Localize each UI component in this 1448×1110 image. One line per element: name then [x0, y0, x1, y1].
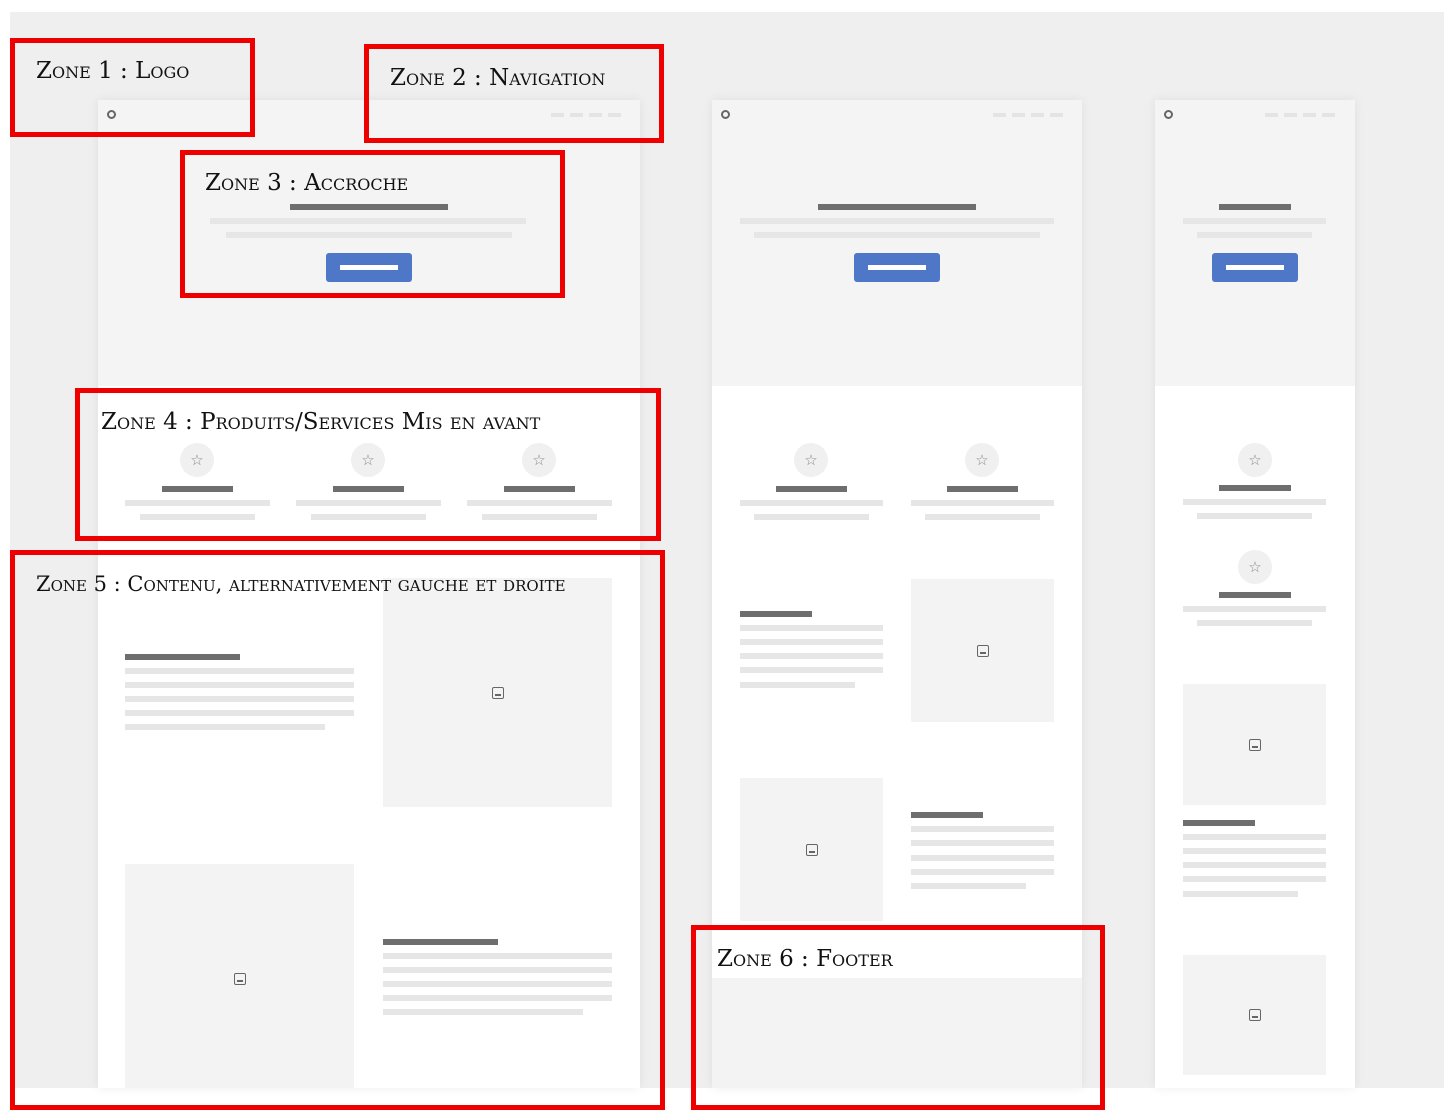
- nav-item: [1050, 113, 1063, 117]
- image-icon: [1248, 1009, 1261, 1021]
- cta-button: [854, 253, 940, 282]
- star-icon: ☆: [1238, 443, 1272, 477]
- feature-text-line: [740, 500, 883, 506]
- star-icon: ☆: [965, 443, 999, 477]
- star-icon: ☆: [1238, 550, 1272, 584]
- image-icon: [805, 843, 818, 856]
- hero-text-line: [754, 232, 1040, 238]
- zone-5-label: Zone 5 : Contenu, alternativement gauche…: [36, 572, 566, 596]
- content-text-line: [740, 682, 855, 688]
- content-text-line: [911, 840, 1054, 846]
- image-icon: [1248, 738, 1261, 751]
- image-icon: [976, 644, 989, 657]
- content-heading: [1183, 820, 1255, 826]
- hero-heading: [818, 204, 976, 210]
- zone-2-navigation-box: [364, 44, 664, 143]
- cta-button: [1212, 253, 1298, 282]
- image-placeholder: [1183, 955, 1326, 1075]
- logo-icon: [1164, 110, 1173, 119]
- content-text-line: [911, 855, 1054, 861]
- content-text-line: [1183, 862, 1326, 868]
- zone-5-content-box: [10, 550, 665, 1110]
- nav-item: [1303, 113, 1316, 117]
- nav-item: [1031, 113, 1044, 117]
- content-heading: [911, 812, 983, 818]
- feature-text-line: [1197, 620, 1312, 626]
- nav-item: [1012, 113, 1025, 117]
- content-text-line: [911, 826, 1054, 832]
- hero-heading: [1219, 204, 1291, 210]
- nav-item: [1322, 113, 1335, 117]
- nav-item: [1265, 113, 1278, 117]
- content-text-line: [1183, 891, 1298, 897]
- feature-text-line: [911, 500, 1054, 506]
- feature-text-line: [1197, 513, 1312, 519]
- hero-section: [1155, 100, 1355, 386]
- nav-item: [993, 113, 1006, 117]
- mobile-mockup: ☆ ☆: [1155, 100, 1355, 1088]
- feature-text-line: [754, 514, 869, 520]
- zone-1-logo-box: [10, 38, 255, 137]
- feature-title: [1219, 592, 1291, 598]
- zone-3-label: Zone 3 : Accroche: [205, 170, 409, 196]
- feature-text-line: [1183, 606, 1326, 612]
- image-placeholder: [911, 579, 1054, 722]
- content-text-line: [1183, 876, 1326, 882]
- content-text-line: [740, 639, 883, 645]
- content-text-line: [911, 883, 1026, 889]
- zone-4-label: Zone 4 : Produits/Services Mis en avant: [101, 409, 541, 435]
- feature-text-line: [1183, 499, 1326, 505]
- hero-text-line: [1183, 218, 1326, 224]
- logo-icon: [721, 110, 730, 119]
- content-text-line: [740, 667, 883, 673]
- content-heading: [740, 611, 812, 617]
- content-text-line: [1183, 848, 1326, 854]
- hero-text-line: [1197, 232, 1312, 238]
- image-placeholder: [1183, 684, 1326, 805]
- star-icon: ☆: [794, 443, 828, 477]
- nav-item: [1284, 113, 1297, 117]
- content-text-line: [911, 869, 1054, 875]
- feature-title: [1219, 485, 1291, 491]
- feature-text-line: [925, 514, 1040, 520]
- feature-title: [947, 486, 1018, 492]
- content-text-line: [740, 625, 883, 631]
- content-text-line: [740, 653, 883, 659]
- zone-2-label: Zone 2 : Navigation: [390, 65, 606, 91]
- hero-section: [712, 100, 1082, 386]
- content-text-line: [1183, 834, 1326, 840]
- image-placeholder: [740, 778, 883, 921]
- zone-1-label: Zone 1 : Logo: [36, 58, 190, 84]
- zone-6-label: Zone 6 : Footer: [717, 946, 893, 972]
- feature-title: [776, 486, 847, 492]
- hero-text-line: [740, 218, 1054, 224]
